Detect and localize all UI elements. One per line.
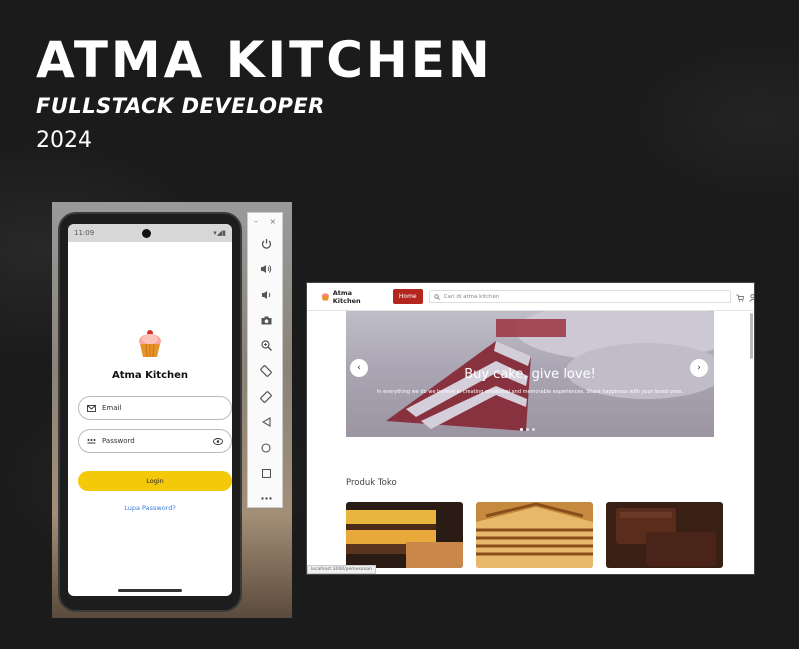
password-dots-icon: [87, 438, 97, 445]
hero-title: Buy cake, give love!: [464, 367, 596, 382]
login-button[interactable]: Login: [78, 471, 232, 491]
status-url: localhost:3000/pemesanan: [307, 565, 377, 574]
hero-subtitle: In everything we do we believe in creati…: [376, 389, 684, 395]
product-card[interactable]: [606, 502, 723, 568]
carousel-next-button[interactable]: ›: [690, 359, 708, 377]
carousel-dot[interactable]: [532, 428, 535, 431]
page-title: ATMA KITCHEN: [36, 31, 493, 89]
home-circle-icon[interactable]: [248, 435, 284, 461]
search-input[interactable]: Cari di atma kitchen: [428, 290, 731, 303]
overview-square-icon[interactable]: [248, 461, 284, 487]
phone-status-bar: 11:09 ▾◢▮: [68, 224, 232, 242]
page-subtitle: FULLSTACK DEVELOPER: [36, 94, 325, 118]
web-app-window: Atma Kitchen Home Cari di atma kitchen B…: [306, 282, 755, 575]
user-icon[interactable]: [749, 287, 754, 306]
layer-cake-image: [346, 502, 463, 568]
hero-carousel: Buy cake, give love! In everything we do…: [346, 311, 714, 437]
search-placeholder: Cari di atma kitchen: [443, 293, 500, 300]
email-placeholder: Email: [102, 404, 122, 412]
more-options-icon[interactable]: [248, 486, 284, 512]
product-card[interactable]: [476, 502, 593, 568]
minimize-icon[interactable]: –: [254, 217, 258, 231]
power-icon[interactable]: [248, 231, 284, 257]
page-scrollbar[interactable]: [750, 313, 753, 359]
camera-icon: [142, 228, 152, 238]
rotate-right-icon[interactable]: [248, 384, 284, 410]
emulator-toolbar: – ×: [247, 212, 283, 508]
carousel-dot[interactable]: [520, 428, 523, 431]
rotate-left-icon[interactable]: [248, 359, 284, 385]
phone-frame: 11:09 ▾◢▮ Atma Kitchen Email Password Lo…: [58, 212, 242, 612]
search-icon: [433, 293, 440, 300]
brand[interactable]: Atma Kitchen: [321, 289, 381, 305]
password-field[interactable]: Password: [78, 429, 232, 453]
brownie-image: [606, 502, 723, 568]
signal-battery-icon: ▾◢▮: [213, 229, 226, 237]
mail-icon: [87, 404, 97, 412]
carousel-prev-button[interactable]: ‹: [350, 359, 368, 377]
carousel-dot[interactable]: [526, 428, 529, 431]
back-icon[interactable]: [248, 410, 284, 436]
zoom-icon[interactable]: [248, 333, 284, 359]
app-title: Atma Kitchen: [111, 370, 189, 381]
eye-icon[interactable]: [213, 437, 223, 445]
forgot-password-link[interactable]: Lupa Password?: [68, 504, 232, 512]
mobile-emulator-panel: 11:09 ▾◢▮ Atma Kitchen Email Password Lo…: [52, 202, 292, 618]
carousel-indicators[interactable]: [520, 428, 535, 431]
product-card[interactable]: [346, 502, 463, 568]
phone-screen: 11:09 ▾◢▮ Atma Kitchen Email Password Lo…: [68, 224, 232, 596]
home-button[interactable]: Home: [392, 289, 423, 304]
camera-screenshot-icon[interactable]: [248, 308, 284, 334]
close-icon[interactable]: ×: [269, 217, 276, 231]
password-placeholder: Password: [102, 437, 135, 445]
brand-name: Atma Kitchen: [332, 288, 361, 305]
volume-down-icon[interactable]: [248, 282, 284, 308]
volume-up-icon[interactable]: [248, 257, 284, 283]
gesture-bar: [118, 589, 182, 592]
cart-icon[interactable]: [736, 287, 744, 306]
lapis-cake-image: [476, 502, 593, 568]
cupcake-logo-icon: [139, 330, 161, 358]
web-navbar: Atma Kitchen Home Cari di atma kitchen: [307, 283, 754, 311]
cupcake-logo-icon: [321, 293, 329, 301]
email-field[interactable]: Email: [78, 396, 232, 420]
page-year: 2024: [36, 128, 92, 153]
section-title: Produk Toko: [346, 478, 397, 488]
status-time: 11:09: [74, 229, 95, 237]
